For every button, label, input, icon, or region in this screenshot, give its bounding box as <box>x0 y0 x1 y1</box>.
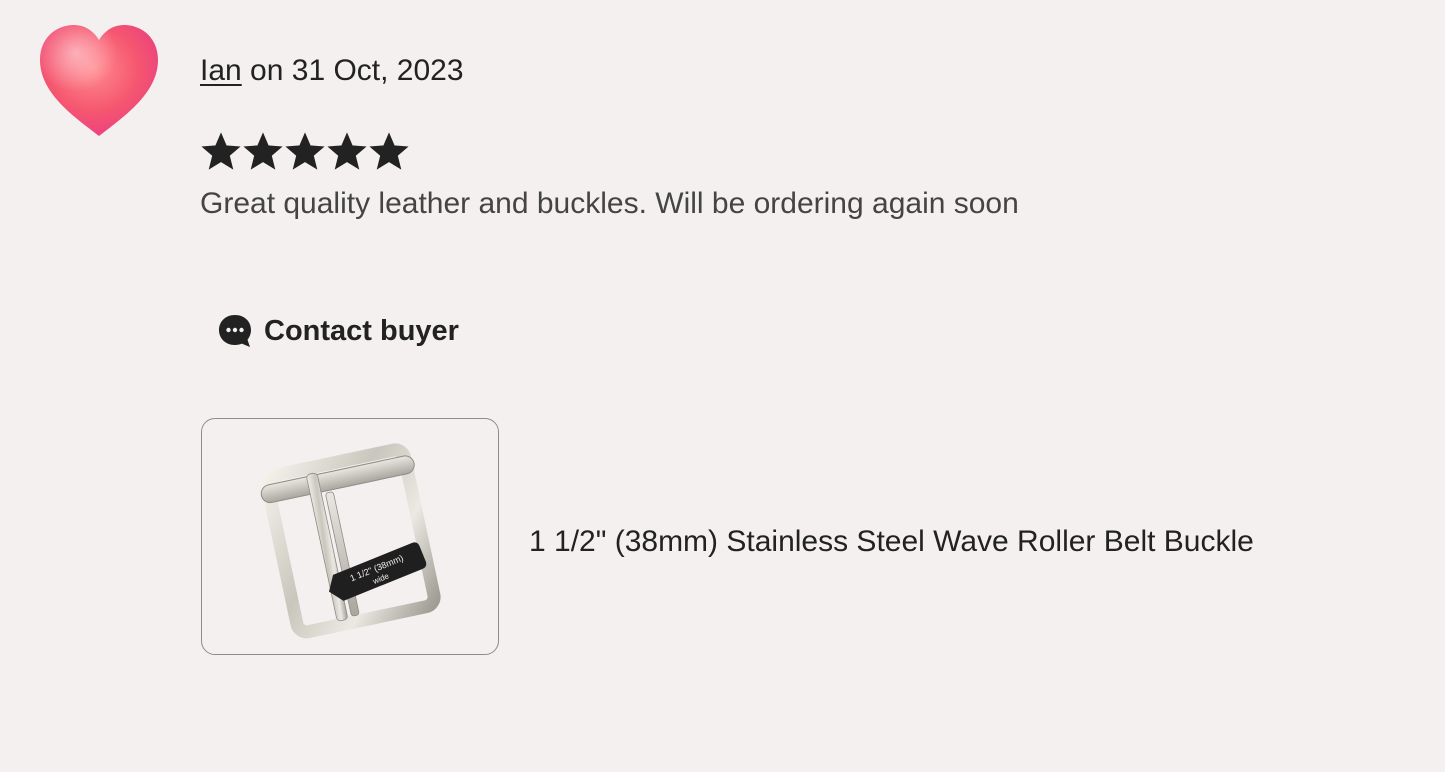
review-meta: Ian on 31 Oct, 2023 <box>200 52 464 90</box>
product-thumbnail[interactable]: 1 1/2" (38mm) wide <box>201 418 499 655</box>
product-title-link[interactable]: 1 1/2" (38mm) Stainless Steel Wave Rolle… <box>529 522 1254 562</box>
belt-buckle-image: 1 1/2" (38mm) wide <box>260 443 441 639</box>
reviewer-name-link[interactable]: Ian <box>200 54 242 87</box>
contact-buyer-button[interactable]: Contact buyer <box>212 307 467 355</box>
review-text: Great quality leather and buckles. Will … <box>200 187 1019 220</box>
star-icon <box>243 132 283 170</box>
review-page: Ian on 31 Oct, 2023 Great quality leathe… <box>0 0 1445 772</box>
review-date: on 31 Oct, 2023 <box>241 54 464 87</box>
star-rating <box>200 131 410 173</box>
chat-bubble-icon <box>219 315 251 347</box>
star-icon <box>285 132 325 170</box>
star-icon <box>327 132 367 170</box>
star-icon <box>201 132 241 170</box>
avatar <box>36 22 162 140</box>
contact-buyer-label: Contact buyer <box>264 314 459 347</box>
heart-icon <box>40 25 158 136</box>
star-icon <box>369 132 409 170</box>
